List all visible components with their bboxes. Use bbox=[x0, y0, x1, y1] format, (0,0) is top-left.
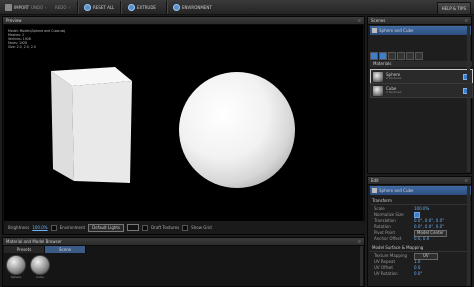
material-model-browser: Material and Model Browser ☰ Presets Sce… bbox=[2, 237, 365, 287]
panel-menu-icon[interactable]: ☰ bbox=[357, 239, 361, 244]
anchor-offset-value[interactable]: 0.0, 0.0 bbox=[414, 237, 429, 241]
environment-checkbox[interactable] bbox=[50, 224, 57, 231]
browser-header: Material and Model Browser ☰ bbox=[3, 238, 364, 246]
scene-render bbox=[51, 67, 295, 188]
edit-selected: Sphere and Cube bbox=[370, 186, 471, 195]
preview-header: Preview ☰ bbox=[3, 17, 364, 25]
environment-button[interactable]: ENVIRONMENT bbox=[170, 2, 215, 13]
material-thumbnail bbox=[373, 85, 383, 96]
tab-presets[interactable]: Presets bbox=[4, 246, 45, 253]
redo-button[interactable]: REDO › bbox=[52, 2, 73, 13]
extrude-icon bbox=[128, 4, 135, 11]
add-icon[interactable] bbox=[406, 51, 414, 60]
sphere-model bbox=[179, 72, 295, 188]
toolbar-divider bbox=[120, 1, 122, 14]
material-item-cube[interactable]: Cube 2 Textures bbox=[370, 83, 473, 98]
anchor-row: Anchor Offset 0.0, 0.0 bbox=[374, 236, 430, 241]
reset-all-button[interactable]: RESET ALL bbox=[81, 2, 117, 13]
material-item-sphere[interactable]: Sphere 2 Textures bbox=[370, 69, 473, 84]
uv-offset-value[interactable]: 0.0 bbox=[414, 266, 420, 270]
edit-panel: Edit ☰ Sphere and Cube Transform Scale 1… bbox=[367, 176, 472, 287]
preview-panel: Preview ☰ Model: Models/Sphere and Cube.… bbox=[2, 16, 367, 235]
browser-item[interactable]: Sphere bbox=[6, 255, 26, 279]
delete-icon[interactable] bbox=[415, 51, 423, 60]
draft-textures-checkbox[interactable] bbox=[142, 224, 149, 231]
lights-dropdown[interactable]: Default Lights bbox=[88, 223, 125, 232]
grid-icon[interactable] bbox=[388, 51, 396, 60]
translation-value[interactable]: 0.0°, 0.0°, 0.0° bbox=[414, 219, 444, 223]
material-thumbnail bbox=[373, 71, 383, 82]
transform-group[interactable]: Transform bbox=[370, 198, 471, 205]
list-icon[interactable] bbox=[397, 51, 405, 60]
help-tips-button[interactable]: HELP & TIPS bbox=[436, 2, 471, 15]
browser-items: Sphere Cube bbox=[6, 255, 50, 279]
top-toolbar: IMPORT UNDO ‹ REDO › RESET ALL EXTRUDE E… bbox=[0, 0, 474, 15]
browser-scrollbar[interactable] bbox=[360, 246, 363, 286]
scenes-scrollbar[interactable] bbox=[467, 26, 470, 172]
browser-item[interactable]: Cube bbox=[30, 255, 50, 279]
tab-scene[interactable]: Scene bbox=[45, 246, 86, 253]
uv-rotation-row: UV Rotation 0.0° bbox=[374, 271, 423, 276]
import-icon bbox=[5, 4, 12, 11]
background-color-swatch[interactable] bbox=[127, 224, 140, 231]
undo-arrow-icon: ‹ bbox=[45, 4, 47, 10]
material-icon[interactable] bbox=[379, 51, 387, 60]
edit-header: Edit ☰ bbox=[368, 177, 471, 185]
edit-scrollbar[interactable] bbox=[467, 186, 470, 286]
3d-viewport[interactable]: Model: Models/Sphere and Cube.obj Meshes… bbox=[4, 25, 363, 221]
reset-icon bbox=[84, 4, 91, 11]
cube-model bbox=[51, 67, 132, 183]
redo-arrow-icon: › bbox=[68, 4, 71, 10]
scenes-panel: Scenes ☰ Sphere and Cube Materials Spher… bbox=[367, 16, 473, 174]
uv-rotation-value[interactable]: 0.0° bbox=[414, 272, 422, 276]
surface-group[interactable]: Model Surface & Mapping bbox=[370, 245, 471, 252]
cube-icon bbox=[372, 28, 377, 33]
material-thumbnail bbox=[30, 255, 50, 275]
cube-icon bbox=[372, 188, 377, 193]
material-thumbnail bbox=[6, 255, 26, 275]
scene-toolbar bbox=[370, 51, 469, 60]
extrude-button[interactable]: EXTRUDE bbox=[125, 2, 159, 13]
materials-section[interactable]: Materials bbox=[370, 61, 472, 67]
scale-value[interactable]: 100.0% bbox=[414, 207, 429, 211]
panel-menu-icon[interactable]: ☰ bbox=[357, 18, 361, 23]
show-grid-checkbox[interactable] bbox=[182, 224, 189, 231]
uv-repeat-value[interactable]: 1.0 bbox=[414, 260, 420, 264]
selected-scene[interactable]: Sphere and Cube bbox=[370, 26, 471, 35]
panel-menu-icon[interactable]: ☰ bbox=[464, 18, 468, 23]
brightness-value[interactable]: 100.0% bbox=[32, 225, 47, 230]
preview-footer: Brightness 100.0% Environment Default Li… bbox=[4, 221, 367, 234]
browser-tabs: Presets Scene bbox=[4, 246, 363, 253]
toolbar-divider bbox=[166, 1, 168, 14]
scenes-header: Scenes ☰ bbox=[368, 17, 471, 25]
undo-button[interactable]: UNDO ‹ bbox=[28, 2, 50, 13]
globe-icon bbox=[173, 4, 180, 11]
panel-menu-icon[interactable]: ☰ bbox=[464, 178, 468, 183]
rotation-value[interactable]: 0.0°, 0.0°, 0.0° bbox=[414, 225, 444, 229]
toolbar-divider bbox=[77, 1, 79, 14]
view-icon[interactable] bbox=[370, 51, 378, 60]
